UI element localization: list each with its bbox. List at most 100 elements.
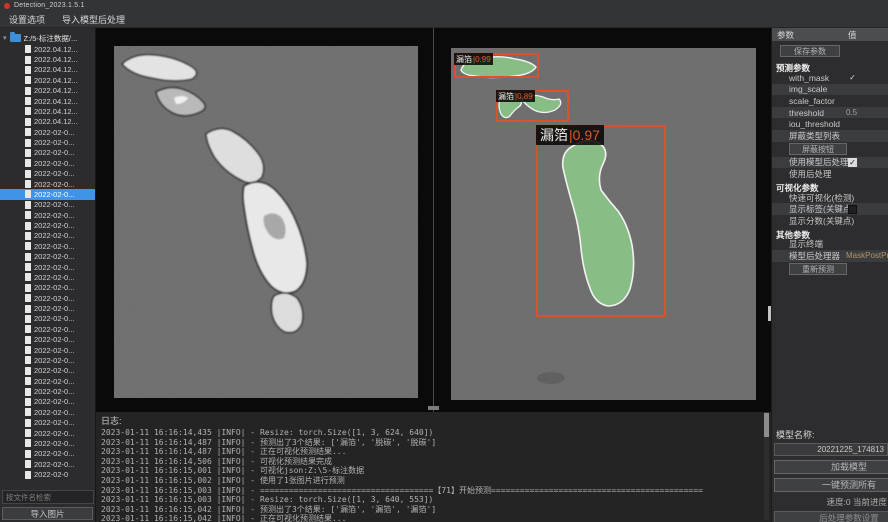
tree-item[interactable]: 2022-02-0... xyxy=(0,418,95,428)
param-row[interactable]: 显示标签(关键点) xyxy=(772,203,888,215)
tree-item-label: 2022-02-0... xyxy=(34,418,74,427)
file-tree[interactable]: ▾ Z:/5-标注数据/... 2022.04.12...2022.04.12.… xyxy=(0,28,95,488)
image-panel-divider[interactable] xyxy=(433,28,434,412)
tree-item[interactable]: 2022-02-0... xyxy=(0,231,95,241)
tree-item[interactable]: 2022-02-0... xyxy=(0,169,95,179)
tree-item[interactable]: 2022-02-0... xyxy=(0,137,95,147)
checkbox-unchecked[interactable] xyxy=(848,205,857,214)
load-model-button[interactable]: 加载模型 xyxy=(774,460,888,474)
model-name-field[interactable]: 20221225_174813 xyxy=(774,443,888,456)
tree-item[interactable]: 2022.04.12... xyxy=(0,117,95,127)
tree-item[interactable]: 2022-02-0... xyxy=(0,386,95,396)
tree-item[interactable]: 2022-02-0... xyxy=(0,459,95,469)
tree-item[interactable]: 2022-02-0... xyxy=(0,283,95,293)
save-params-button[interactable]: 保存参数 xyxy=(780,45,840,57)
tree-item-label: 2022-02-0 xyxy=(34,470,68,479)
tree-item[interactable]: 2022-02-0... xyxy=(0,148,95,158)
chevron-down-icon[interactable]: ▾ xyxy=(3,35,7,42)
param-row[interactable]: with_mask✓ xyxy=(772,72,888,84)
tree-item-label: 2022-02-0... xyxy=(34,314,74,323)
log-scrollbar-handle[interactable] xyxy=(764,413,769,437)
folder-icon xyxy=(10,34,21,42)
tree-root[interactable]: ▾ Z:/5-标注数据/... xyxy=(0,32,95,44)
tree-item[interactable]: 2022-02-0... xyxy=(0,438,95,448)
tree-item[interactable]: 2022-02-0... xyxy=(0,252,95,262)
detection-class: 漏箔 xyxy=(456,54,472,65)
tree-item[interactable]: 2022-02-0... xyxy=(0,407,95,417)
tree-item[interactable]: 2022-02-0... xyxy=(0,303,95,313)
tree-item[interactable]: 2022.04.12... xyxy=(0,75,95,85)
tree-item[interactable]: 2022-02-0... xyxy=(0,324,95,334)
menu-item-settings[interactable]: 设置选项 xyxy=(9,13,45,26)
file-icon xyxy=(25,460,31,468)
menu-item-import-postprocess[interactable]: 导入模型后处理 xyxy=(62,13,125,26)
tree-item-label: 2022.04.12... xyxy=(34,45,78,54)
tree-item[interactable]: 2022-02-0... xyxy=(0,345,95,355)
tree-item-label: 2022.04.12... xyxy=(34,117,78,126)
log-line: 2023-01-11 16:16:14,487 |INFO| - 预测出了3个结… xyxy=(101,438,771,448)
param-row[interactable]: 使用后处理 xyxy=(772,168,888,180)
tree-item[interactable]: 2022-02-0... xyxy=(0,220,95,230)
param-row[interactable]: 快速可视化(检测) xyxy=(772,192,888,204)
tree-item[interactable]: 2022-02-0... xyxy=(0,210,95,220)
tree-item[interactable]: 2022-02-0... xyxy=(0,314,95,324)
param-row[interactable]: 屏蔽类型列表 xyxy=(772,130,888,142)
log-console[interactable]: 日志: 2023-01-11 16:16:14,435 |INFO| - Res… xyxy=(96,412,771,522)
tree-item[interactable]: 2022.04.12... xyxy=(0,96,95,106)
param-action-button[interactable]: 屏蔽按钮 xyxy=(789,143,847,155)
original-image xyxy=(114,46,418,398)
tree-item[interactable]: 2022.04.12... xyxy=(0,106,95,116)
prediction-image-panel[interactable]: 漏箔|0.99 漏箔|0.89 漏箔|0.97 xyxy=(451,48,756,400)
tree-item[interactable]: 2022-02-0... xyxy=(0,397,95,407)
tree-item[interactable]: 2022-02-0... xyxy=(0,179,95,189)
tree-item[interactable]: 2022-02-0... xyxy=(0,376,95,386)
tree-item[interactable]: 2022-02-0... xyxy=(0,272,95,282)
param-row[interactable]: iou_threshold xyxy=(772,118,888,130)
tree-item[interactable]: 2022-02-0... xyxy=(0,293,95,303)
tree-item-label: 2022-02-0... xyxy=(34,242,74,251)
predict-all-button[interactable]: 一键预测所有 xyxy=(774,478,888,492)
tree-item[interactable]: 2022.04.12... xyxy=(0,54,95,64)
tree-item[interactable]: 2022.04.12... xyxy=(0,86,95,96)
file-icon xyxy=(25,273,31,281)
tree-item-label: 2022-02-0... xyxy=(34,294,74,303)
param-action-button[interactable]: 重新预测 xyxy=(789,263,847,275)
tree-item-label: 2022-02-0... xyxy=(34,397,74,406)
tree-item-label: 2022-02-0... xyxy=(34,439,74,448)
param-row[interactable]: 显示终端 xyxy=(772,239,888,251)
tree-item[interactable]: 2022-02-0... xyxy=(0,127,95,137)
divider-handle[interactable] xyxy=(428,406,439,410)
postprocess-settings-button[interactable]: 后处理参数设置 xyxy=(774,511,888,522)
tree-item[interactable]: 2022-02-0... xyxy=(0,335,95,345)
param-row[interactable]: 模型后处理器MaskPostPro xyxy=(772,250,888,262)
file-icon xyxy=(25,398,31,406)
file-icon xyxy=(25,336,31,344)
tree-item[interactable]: 2022.04.12... xyxy=(0,65,95,75)
param-row[interactable]: scale_factor xyxy=(772,95,888,107)
file-icon xyxy=(25,367,31,375)
log-scrollbar[interactable] xyxy=(764,412,769,520)
param-row[interactable]: 使用模型后处理✓ xyxy=(772,157,888,169)
tree-item[interactable]: 2022-02-0... xyxy=(0,189,95,199)
tree-item[interactable]: 2022-02-0... xyxy=(0,428,95,438)
tree-item[interactable]: 2022-02-0 xyxy=(0,469,95,479)
tree-item[interactable]: 2022.04.12... xyxy=(0,44,95,54)
param-row[interactable]: threshold0.5 xyxy=(772,107,888,119)
tree-item[interactable]: 2022-02-0... xyxy=(0,449,95,459)
param-row[interactable]: img_scale xyxy=(772,84,888,96)
tree-item[interactable]: 2022-02-0... xyxy=(0,241,95,251)
tree-item[interactable]: 2022-02-0... xyxy=(0,200,95,210)
param-label: img_scale xyxy=(772,84,827,94)
tree-item[interactable]: 2022-02-0... xyxy=(0,366,95,376)
original-image-panel[interactable] xyxy=(114,46,418,398)
tree-item[interactable]: 2022-02-0... xyxy=(0,355,95,365)
param-row[interactable]: 显示分数(关键点) xyxy=(772,215,888,227)
search-input[interactable] xyxy=(2,490,94,504)
checkbox-checked[interactable]: ✓ xyxy=(848,158,857,167)
detection-label-1: 漏箔|0.99 xyxy=(454,53,493,65)
tree-item[interactable]: 2022-02-0... xyxy=(0,262,95,272)
checkbox-checked[interactable]: ✓ xyxy=(848,73,857,82)
tree-item[interactable]: 2022-02-0... xyxy=(0,158,95,168)
tree-item-label: 2022.04.12... xyxy=(34,76,78,85)
import-image-button[interactable]: 导入图片 xyxy=(2,507,93,520)
